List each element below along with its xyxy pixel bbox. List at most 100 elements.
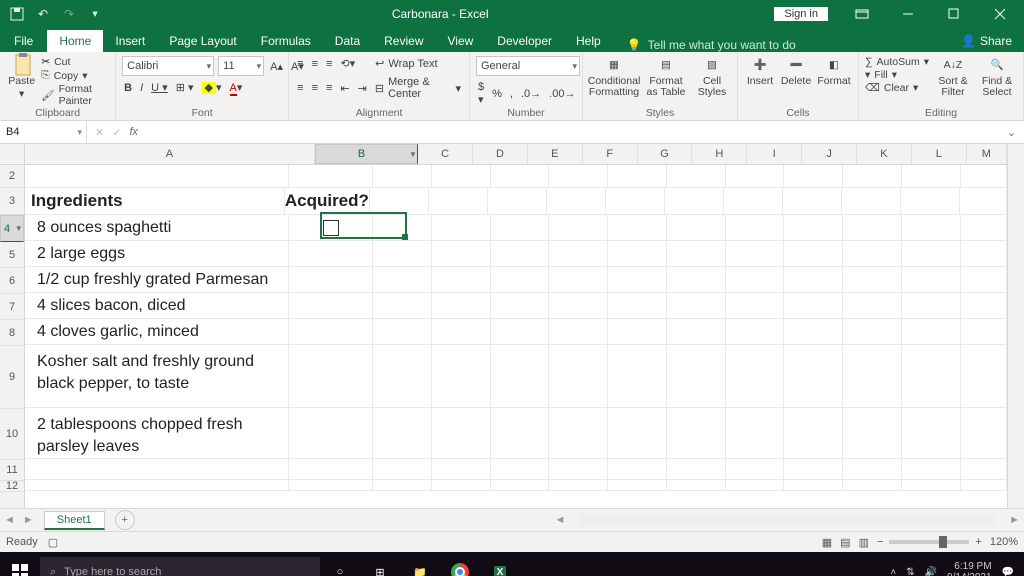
conditional-formatting-button[interactable]: ▦Conditional Formatting: [589, 56, 639, 98]
align-right-button[interactable]: ≡: [324, 81, 334, 95]
bold-button[interactable]: B: [122, 81, 134, 95]
cell-D9[interactable]: [432, 345, 491, 407]
cell-K2[interactable]: [843, 165, 902, 187]
cell-J7[interactable]: [784, 293, 843, 318]
cell-M10[interactable]: [961, 408, 1007, 458]
increase-decimal-button[interactable]: .0→: [519, 87, 543, 101]
delete-cells-button[interactable]: ➖Delete: [780, 56, 812, 87]
cell-C9[interactable]: [373, 345, 432, 407]
sheet-nav-next[interactable]: ►: [19, 514, 38, 526]
cell-G10[interactable]: [608, 408, 667, 458]
cell-H5[interactable]: [667, 241, 726, 266]
cell-L3[interactable]: [901, 188, 960, 214]
cell-H12[interactable]: [667, 480, 726, 490]
cell-E9[interactable]: [491, 345, 550, 407]
excel-taskbar-icon[interactable]: X: [480, 552, 520, 576]
cell-J6[interactable]: [784, 267, 843, 292]
name-box[interactable]: B4: [0, 121, 87, 143]
cell-H10[interactable]: [667, 408, 726, 458]
format-painter-button[interactable]: 🖌Format Painter: [41, 83, 109, 107]
row-header-4[interactable]: 4: [0, 215, 24, 242]
cell-J12[interactable]: [784, 480, 843, 490]
cell-A4[interactable]: 8 ounces spaghetti: [25, 215, 289, 240]
cell-E2[interactable]: [491, 165, 550, 187]
cell-H8[interactable]: [667, 319, 726, 344]
cell-J10[interactable]: [784, 408, 843, 458]
cell-F3[interactable]: [547, 188, 606, 214]
cell-I5[interactable]: [726, 241, 785, 266]
redo-icon[interactable]: ↷: [58, 3, 80, 25]
row-header-11[interactable]: 11: [0, 460, 24, 481]
cell-L6[interactable]: [902, 267, 961, 292]
cell-A10[interactable]: 2 tablespoons chopped fresh parsley leav…: [25, 408, 289, 458]
cell-A2[interactable]: [25, 165, 289, 187]
tab-review[interactable]: Review: [372, 30, 435, 52]
cell-F8[interactable]: [549, 319, 608, 344]
clear-button[interactable]: ⌫Clear ▾: [865, 82, 929, 94]
accounting-button[interactable]: $ ▾: [476, 80, 486, 107]
font-name-select[interactable]: Calibri: [122, 56, 214, 76]
cell-M2[interactable]: [961, 165, 1007, 187]
share-button[interactable]: 👤 Share: [949, 30, 1024, 52]
row-header-9[interactable]: 9: [0, 346, 24, 409]
file-explorer-icon[interactable]: 📁: [400, 552, 440, 576]
cell-D7[interactable]: [432, 293, 491, 318]
cell-K9[interactable]: [843, 345, 902, 407]
sheet-nav-prev[interactable]: ◄: [0, 514, 19, 526]
column-header-E[interactable]: E: [528, 144, 583, 164]
cell-B7[interactable]: [289, 293, 373, 318]
volume-icon[interactable]: 🔊: [925, 567, 937, 576]
tab-data[interactable]: Data: [323, 30, 372, 52]
cell-L9[interactable]: [902, 345, 961, 407]
cell-M4[interactable]: [961, 215, 1007, 240]
sheet-tab[interactable]: Sheet1: [44, 511, 105, 530]
column-header-L[interactable]: L: [912, 144, 967, 164]
cell-F7[interactable]: [549, 293, 608, 318]
cell-F11[interactable]: [549, 459, 608, 479]
column-header-D[interactable]: D: [473, 144, 528, 164]
network-icon[interactable]: ⇅: [906, 567, 914, 576]
cell-K4[interactable]: [843, 215, 902, 240]
cell-B2[interactable]: [289, 165, 373, 187]
cell-G8[interactable]: [608, 319, 667, 344]
grow-font-button[interactable]: A▴: [268, 59, 285, 74]
cell-G7[interactable]: [608, 293, 667, 318]
tab-help[interactable]: Help: [564, 30, 613, 52]
borders-button[interactable]: ⊞ ▾: [174, 80, 196, 95]
tab-developer[interactable]: Developer: [485, 30, 564, 52]
cell-B4[interactable]: [289, 215, 373, 240]
cell-A12[interactable]: [25, 480, 289, 490]
vertical-scrollbar[interactable]: [1007, 144, 1024, 508]
cell-K6[interactable]: [843, 267, 902, 292]
cell-E12[interactable]: [491, 480, 550, 490]
find-select-button[interactable]: 🔍Find & Select: [977, 56, 1017, 98]
cell-B6[interactable]: [289, 267, 373, 292]
cell-I10[interactable]: [726, 408, 785, 458]
cell-C11[interactable]: [373, 459, 432, 479]
row-header-10[interactable]: 10: [0, 409, 24, 460]
column-header-M[interactable]: M: [967, 144, 1007, 164]
column-header-G[interactable]: G: [638, 144, 693, 164]
column-header-B[interactable]: B: [315, 144, 418, 164]
cell-E8[interactable]: [491, 319, 550, 344]
clock-date[interactable]: 9/14/2021: [947, 572, 992, 576]
cell-I6[interactable]: [726, 267, 785, 292]
cells-area[interactable]: IngredientsAcquired?8 ounces spaghetti2 …: [25, 165, 1007, 491]
cell-D11[interactable]: [432, 459, 491, 479]
percent-button[interactable]: %: [490, 87, 504, 101]
cell-H3[interactable]: [665, 188, 724, 214]
cell-L7[interactable]: [902, 293, 961, 318]
zoom-out-icon[interactable]: −: [877, 536, 883, 548]
system-tray[interactable]: ˄ ⇅ 🔊 6:19 PM 9/14/2021 💬: [890, 561, 1024, 576]
cell-F2[interactable]: [549, 165, 608, 187]
cell-D6[interactable]: [432, 267, 491, 292]
cell-I11[interactable]: [726, 459, 785, 479]
cell-C3[interactable]: [370, 188, 429, 214]
paste-button[interactable]: Paste ▾: [6, 56, 37, 100]
cell-B5[interactable]: [289, 241, 373, 266]
cell-C4[interactable]: [373, 215, 432, 240]
cell-H7[interactable]: [667, 293, 726, 318]
cell-E10[interactable]: [491, 408, 550, 458]
chrome-icon[interactable]: [440, 552, 480, 576]
cell-D5[interactable]: [432, 241, 491, 266]
